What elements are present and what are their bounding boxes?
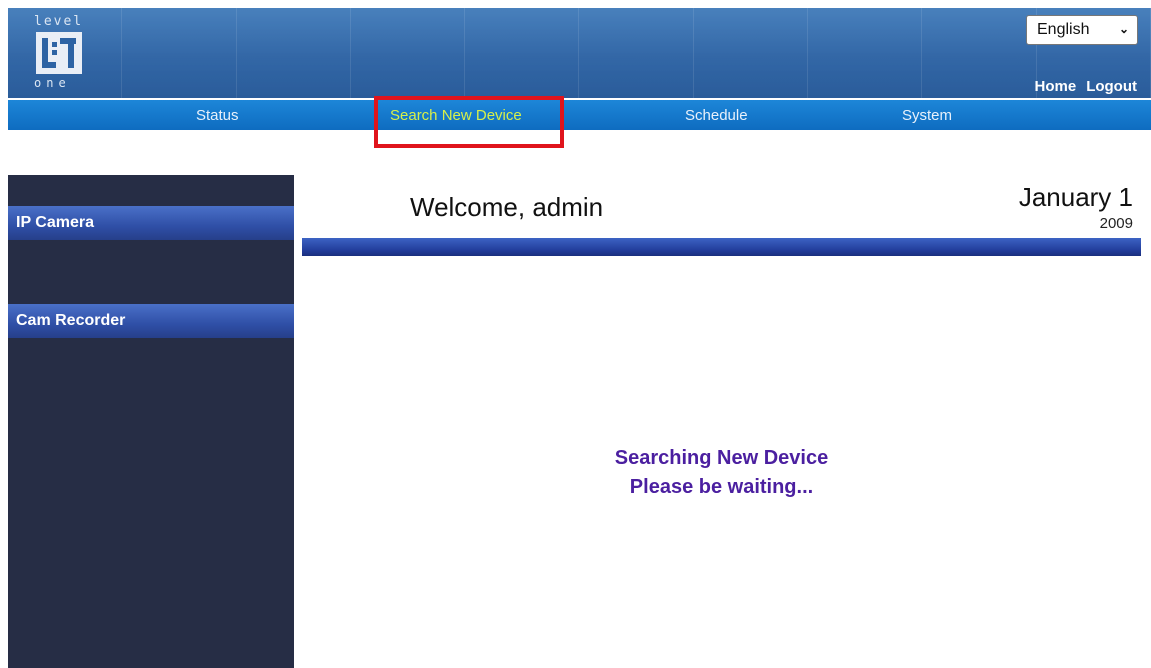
sidebar-item-cam-recorder[interactable]: Cam Recorder [8, 304, 294, 338]
levelone-logo: level one [30, 14, 90, 94]
header-stripes [8, 8, 1151, 98]
header-banner: level one English ⌄ Home Logout [8, 8, 1151, 98]
top-links: Home Logout [1035, 78, 1138, 95]
chevron-down-icon: ⌄ [1118, 22, 1129, 36]
content-header-bar [302, 238, 1141, 256]
annotation-highlight-box [374, 96, 564, 148]
main-nav: Status Search New Device Schedule System [8, 100, 1151, 130]
search-status-message: Searching New Device Please be waiting..… [302, 444, 1141, 502]
home-link[interactable]: Home [1035, 78, 1077, 95]
language-select[interactable]: English ⌄ [1026, 15, 1138, 45]
nav-item-system[interactable]: System [902, 107, 952, 124]
sidebar: IP Camera Cam Recorder [8, 175, 294, 668]
nav-item-schedule[interactable]: Schedule [685, 107, 748, 124]
sidebar-item-ip-camera[interactable]: IP Camera [8, 206, 294, 240]
app-window: level one English ⌄ Home Logout Status S… [0, 0, 1151, 668]
nav-item-status[interactable]: Status [196, 107, 239, 124]
message-line-2: Please be waiting... [629, 476, 814, 498]
language-select-value: English [1037, 21, 1090, 38]
logo-text-one: one [34, 76, 71, 90]
logout-link[interactable]: Logout [1086, 78, 1137, 95]
logo-mark-icon [36, 32, 82, 74]
year-text: 2009 [1099, 215, 1133, 232]
message-line-1: Searching New Device [614, 447, 829, 469]
welcome-text: Welcome, admin [410, 192, 604, 222]
logo-text-level: level [34, 14, 84, 29]
date-text: January 1 [1018, 182, 1133, 212]
